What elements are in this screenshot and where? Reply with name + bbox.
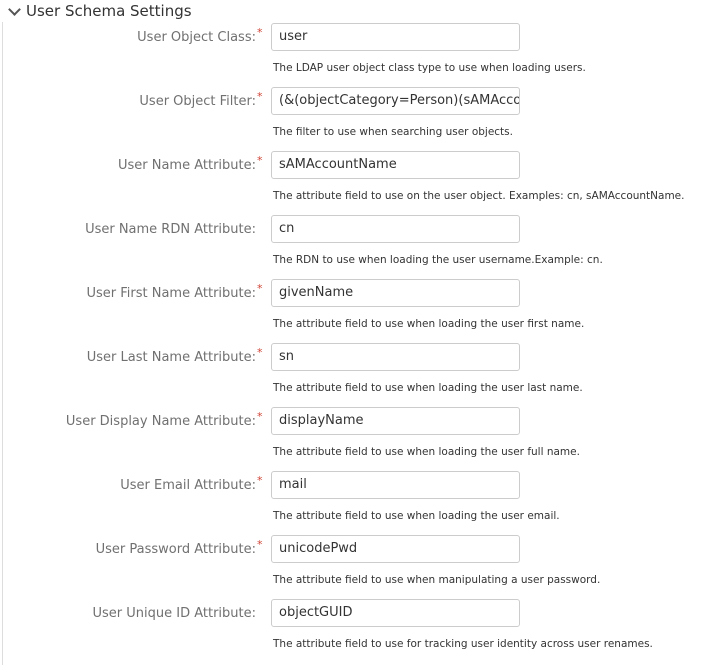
field-input[interactable]: cn (271, 215, 520, 243)
form-row: User Password Attribute: * unicodePwd The a… (0, 535, 709, 599)
field-help: The attribute field to use when loading … (273, 318, 585, 330)
field-label: User Display Name Attribute: (65, 414, 256, 429)
field-input[interactable]: sAMAccountName (271, 151, 520, 179)
field-help: The attribute field to use when loading … (273, 382, 583, 394)
required-marker: * (257, 538, 263, 551)
form-row: User Name Attribute: * sAMAccountName The a… (0, 151, 709, 215)
chevron-down-icon (8, 2, 21, 16)
field-label: User Object Class: (137, 30, 256, 45)
field-input[interactable]: user (271, 23, 520, 51)
field-input[interactable]: objectGUID (271, 599, 520, 627)
field-input[interactable]: unicodePwd (271, 535, 520, 563)
required-marker: * (257, 154, 263, 167)
required-marker: * (257, 90, 263, 103)
field-label: User Name RDN Attribute: (85, 222, 256, 237)
required-marker: * (257, 282, 263, 295)
field-help: The LDAP user object class type to use w… (273, 62, 586, 74)
field-input[interactable]: givenName (271, 279, 520, 307)
field-input[interactable]: displayName (271, 407, 520, 435)
field-label: User Email Attribute: (120, 478, 256, 493)
field-help: The attribute field to use for tracking … (273, 638, 653, 650)
form-row: User First Name Attribute: * givenName The … (0, 279, 709, 343)
field-label: User Password Attribute: (95, 542, 256, 557)
field-help: The filter to use when searching user ob… (273, 126, 513, 138)
required-marker: * (257, 346, 263, 359)
field-help: The attribute field to use when loading … (273, 446, 580, 458)
form-row: User Name RDN Attribute: cn The RDN to use… (0, 215, 709, 279)
field-label: User Last Name Attribute: (86, 350, 256, 365)
field-input[interactable]: mail (271, 471, 520, 499)
field-help: The RDN to use when loading the user use… (273, 254, 603, 266)
field-label: User Name Attribute: (117, 158, 256, 173)
field-label: User Unique ID Attribute: (92, 606, 256, 621)
field-label: User First Name Attribute: (86, 286, 256, 301)
required-marker: * (257, 410, 263, 423)
field-help: The attribute field to use on the user o… (273, 190, 685, 202)
form-row: User Unique ID Attribute: objectGUID The a… (0, 599, 709, 663)
required-marker: * (257, 26, 263, 39)
form-row: User Display Name Attribute: * displayName… (0, 407, 709, 471)
form-row: User Last Name Attribute: * sn The attribut… (0, 343, 709, 407)
field-label: User Object Filter: (139, 94, 256, 109)
field-input[interactable]: sn (271, 343, 520, 371)
section-title: User Schema Settings (26, 2, 192, 20)
field-help: The attribute field to use when loading … (273, 510, 560, 522)
field-help: The attribute field to use when manipula… (273, 574, 601, 586)
form-row: User Object Class: * user The LDAP user obj… (0, 23, 709, 87)
required-marker: * (257, 474, 263, 487)
field-input[interactable]: (&(objectCategory=Person)(sAMAccountName… (271, 87, 520, 115)
section-toggle-user-schema[interactable]: User Schema Settings (8, 0, 192, 22)
form-row: User Object Filter: * (&(objectCategory=Pe… (0, 87, 709, 151)
form-row: User Email Attribute: * mail The attribute … (0, 471, 709, 535)
